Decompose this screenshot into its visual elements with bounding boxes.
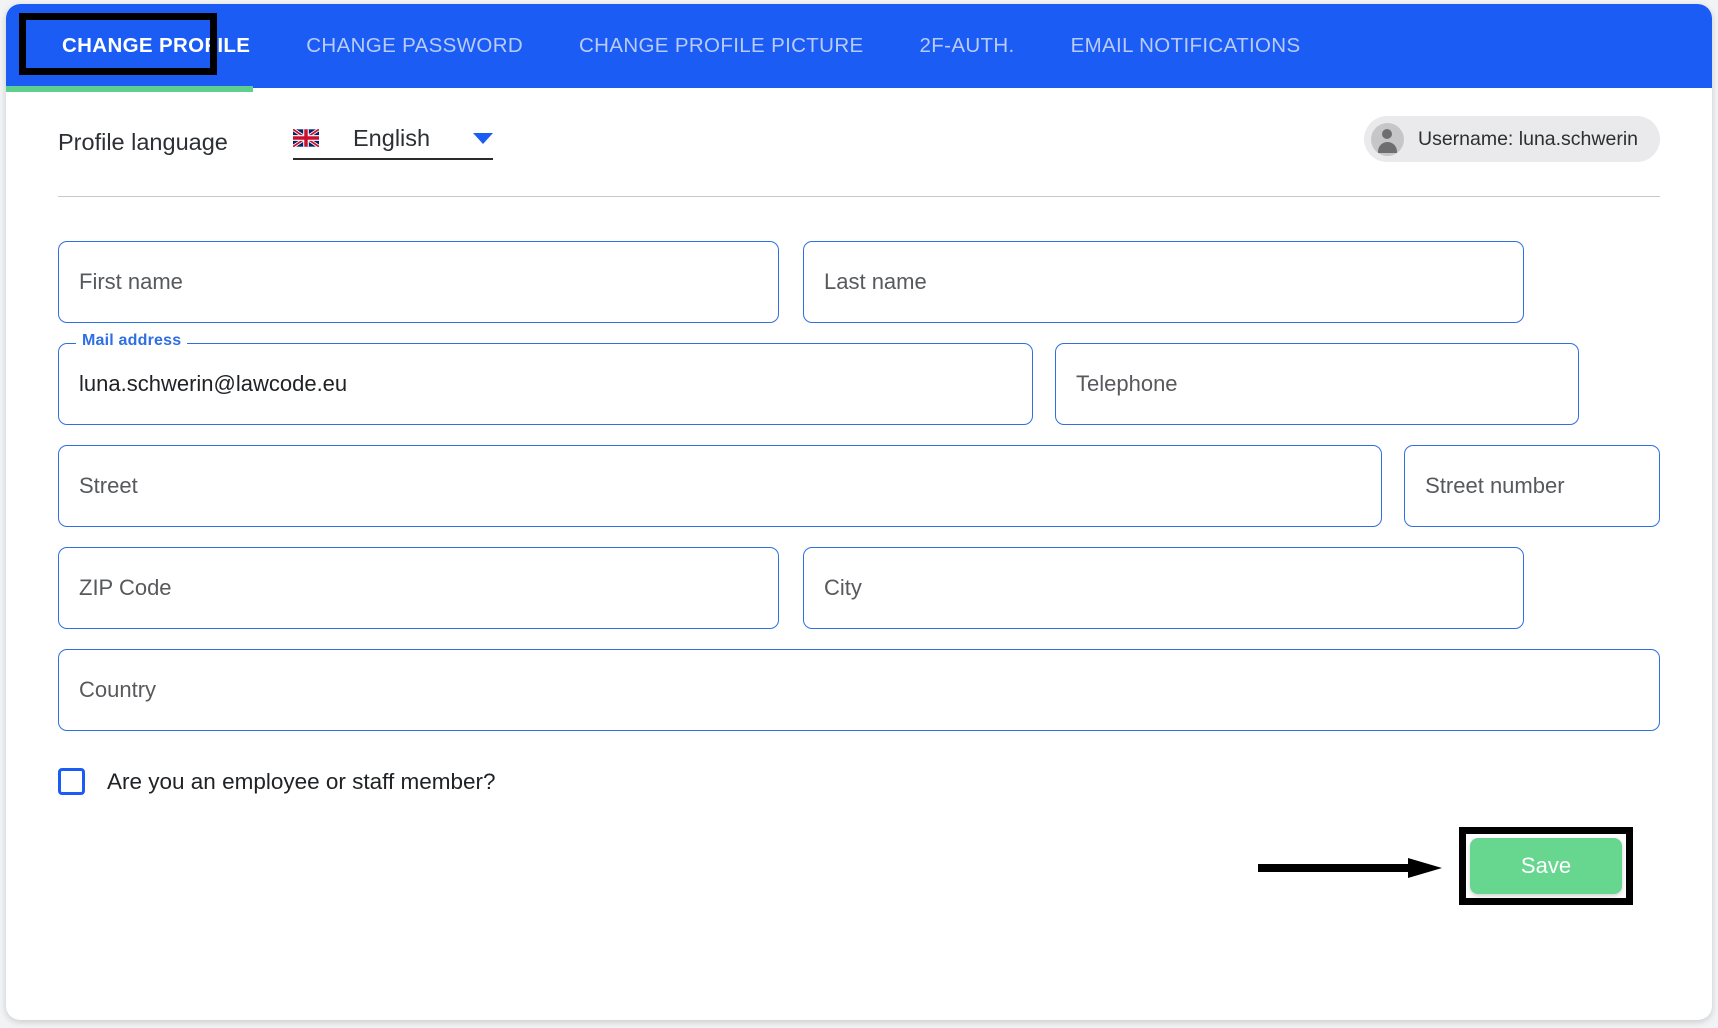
street-placeholder: Street	[79, 473, 138, 498]
city-row: ZIP Code City	[58, 547, 1660, 629]
first-name-input[interactable]: First name	[58, 241, 779, 323]
zip-code-input[interactable]: ZIP Code	[58, 547, 779, 629]
tab-2f-auth[interactable]: 2F-AUTH.	[892, 4, 1043, 88]
username-badge: Username: luna.schwerin	[1363, 116, 1660, 162]
mail-address-label: Mail address	[76, 332, 188, 350]
mail-address-value: luna.schwerin@lawcode.eu	[79, 371, 348, 396]
city-input[interactable]: City	[803, 547, 1524, 629]
contact-row: Mail address luna.schwerin@lawcode.eu Te…	[58, 332, 1660, 425]
employee-checkbox-row: Are you an employee or staff member?	[58, 768, 1660, 795]
first-name-placeholder: First name	[79, 269, 183, 294]
profile-language-value: English	[353, 124, 431, 151]
last-name-placeholder: Last name	[824, 269, 927, 294]
country-row: Country	[58, 649, 1660, 731]
telephone-placeholder: Telephone	[1076, 371, 1178, 396]
uk-flag-icon	[292, 127, 320, 149]
mail-address-input[interactable]: Mail address luna.schwerin@lawcode.eu	[58, 332, 1033, 425]
profile-language-label: Profile language	[58, 128, 228, 155]
tab-bar: CHANGE PROFILE CHANGE PASSWORD CHANGE PR…	[6, 4, 1712, 92]
tab-change-profile[interactable]: CHANGE PROFILE	[34, 4, 278, 88]
tab-change-profile-picture[interactable]: CHANGE PROFILE PICTURE	[551, 4, 892, 88]
name-row: First name Last name	[58, 241, 1660, 323]
street-row: Street Street number	[58, 445, 1660, 527]
profile-language-row: Profile language English Username: luna.…	[58, 88, 1660, 196]
chevron-down-icon[interactable]	[473, 132, 493, 144]
tab-email-notifications[interactable]: EMAIL NOTIFICATIONS	[1043, 4, 1329, 88]
section-divider	[58, 196, 1660, 197]
profile-language-select[interactable]: English	[292, 124, 493, 160]
right-arrow-icon	[1258, 858, 1442, 878]
city-placeholder: City	[824, 575, 862, 600]
tab-change-password[interactable]: CHANGE PASSWORD	[278, 4, 551, 88]
employee-checkbox-label: Are you an employee or staff member?	[107, 768, 496, 794]
person-icon	[1370, 122, 1404, 156]
save-button[interactable]: Save	[1470, 838, 1622, 894]
zip-code-placeholder: ZIP Code	[79, 575, 172, 600]
username-text: Username: luna.schwerin	[1417, 127, 1638, 150]
country-input[interactable]: Country	[58, 649, 1660, 731]
country-placeholder: Country	[79, 677, 157, 702]
street-number-input[interactable]: Street number	[1404, 445, 1660, 527]
street-number-placeholder: Street number	[1425, 473, 1565, 498]
telephone-input[interactable]: Telephone	[1055, 343, 1579, 425]
settings-body: Profile language English Username: luna.…	[6, 88, 1712, 929]
save-area: Save	[58, 809, 1660, 929]
street-input[interactable]: Street	[58, 445, 1383, 527]
last-name-input[interactable]: Last name	[803, 241, 1524, 323]
profile-settings-card: CHANGE PROFILE CHANGE PASSWORD CHANGE PR…	[6, 4, 1712, 1020]
employee-checkbox[interactable]	[58, 768, 85, 795]
